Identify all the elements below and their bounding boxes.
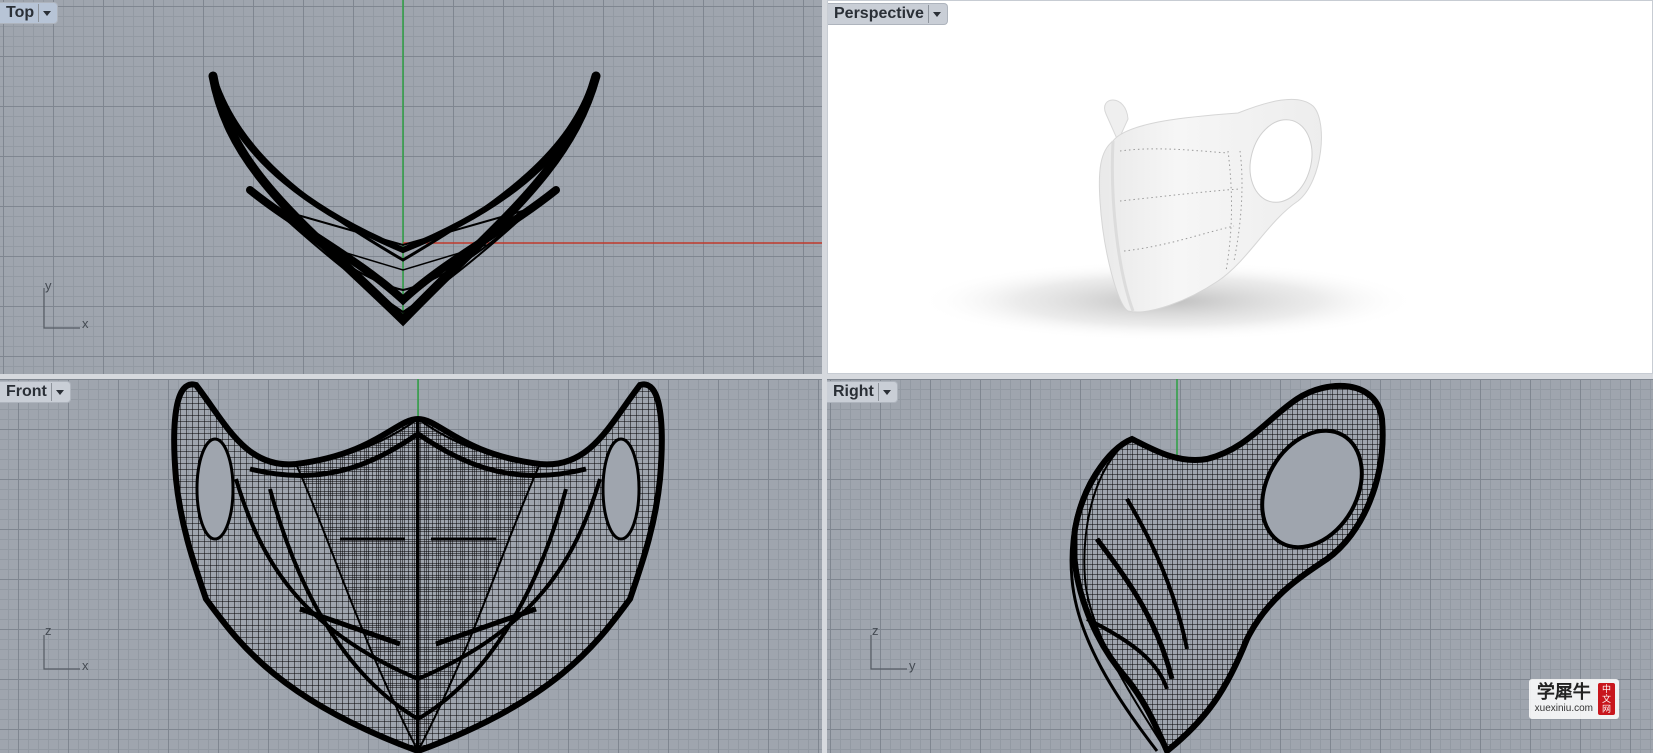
viewport-menu-button[interactable]: [877, 383, 895, 401]
viewport-title: Front: [6, 383, 47, 400]
chevron-down-icon: [882, 389, 891, 395]
viewport-tab-right[interactable]: Right: [827, 381, 898, 403]
mask-wireframe-top: [208, 71, 601, 327]
axis-label-horizontal: y: [909, 658, 916, 673]
viewport-tab-perspective[interactable]: Perspective: [828, 3, 948, 25]
viewport-title: Right: [833, 383, 874, 400]
chevron-down-icon: [55, 389, 64, 395]
viewport-top[interactable]: Top y x: [0, 0, 822, 374]
watermark-site: xuexiniu.com: [1534, 703, 1593, 714]
axis-label-vertical: y: [45, 278, 52, 293]
watermark-logo: 学犀牛 xuexiniu.com 中 文 网: [1528, 679, 1619, 719]
viewport-menu-button[interactable]: [50, 383, 68, 401]
axis-label-horizontal: x: [82, 316, 89, 331]
mask-wireframe-front: [171, 381, 665, 753]
watermark-seal: 中 文 网: [1598, 683, 1615, 715]
viewport-tab-top[interactable]: Top: [0, 2, 59, 24]
chevron-down-icon: [932, 11, 941, 17]
axis-icon: y x: [40, 278, 100, 338]
rhino-viewports-layout: Top y x Perspective Front z x Right z y …: [0, 0, 1653, 753]
axis-icon: z y: [867, 623, 927, 685]
axis-label-vertical: z: [45, 623, 52, 638]
viewport-tab-front[interactable]: Front: [0, 381, 71, 403]
viewport-perspective[interactable]: Perspective: [827, 0, 1653, 374]
viewport-front[interactable]: Front z x: [0, 379, 822, 753]
axis-icon: z x: [40, 623, 100, 685]
viewport-menu-button[interactable]: [38, 4, 55, 22]
axis-label-vertical: z: [872, 623, 879, 638]
watermark-chinese: 学犀牛: [1536, 682, 1591, 703]
viewport-menu-button[interactable]: [927, 5, 945, 23]
mask-render-perspective: [918, 98, 1418, 341]
chevron-down-icon: [43, 10, 52, 16]
viewport-title: Top: [6, 4, 35, 21]
viewport-title: Perspective: [834, 5, 924, 22]
viewport-right[interactable]: Right z y 学犀牛 xuexiniu.com 中 文 网: [827, 379, 1653, 753]
axis-label-horizontal: x: [82, 658, 89, 673]
